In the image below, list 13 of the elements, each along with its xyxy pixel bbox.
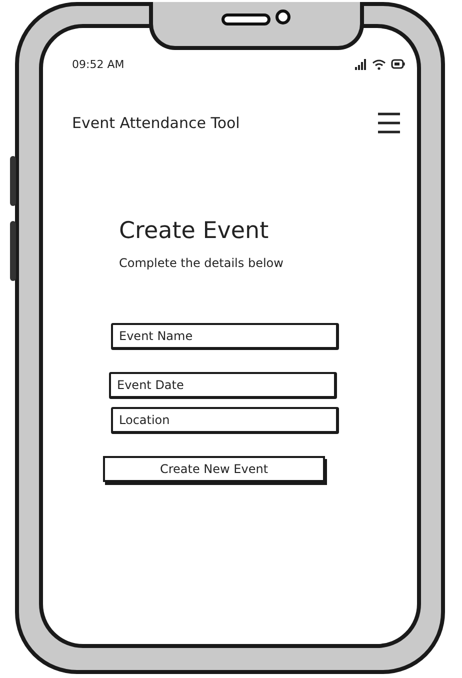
menu-icon[interactable] [377,112,401,134]
input-field[interactable]: Event Date [109,372,337,399]
status-time: 09:52 AM [72,58,124,70]
input-field[interactable]: Event Name [111,323,339,350]
signal-icon [355,58,367,70]
input-field[interactable]: Location [111,407,339,434]
battery-icon [391,59,405,69]
app-title: Event Attendance Tool [72,114,240,132]
speaker-camera-icon [220,8,292,28]
wifi-icon [372,58,386,70]
create-event-button[interactable]: Create New Event [103,456,325,482]
form-subtitle: Complete the details below [119,256,284,270]
form-title: Create Event [119,218,269,244]
